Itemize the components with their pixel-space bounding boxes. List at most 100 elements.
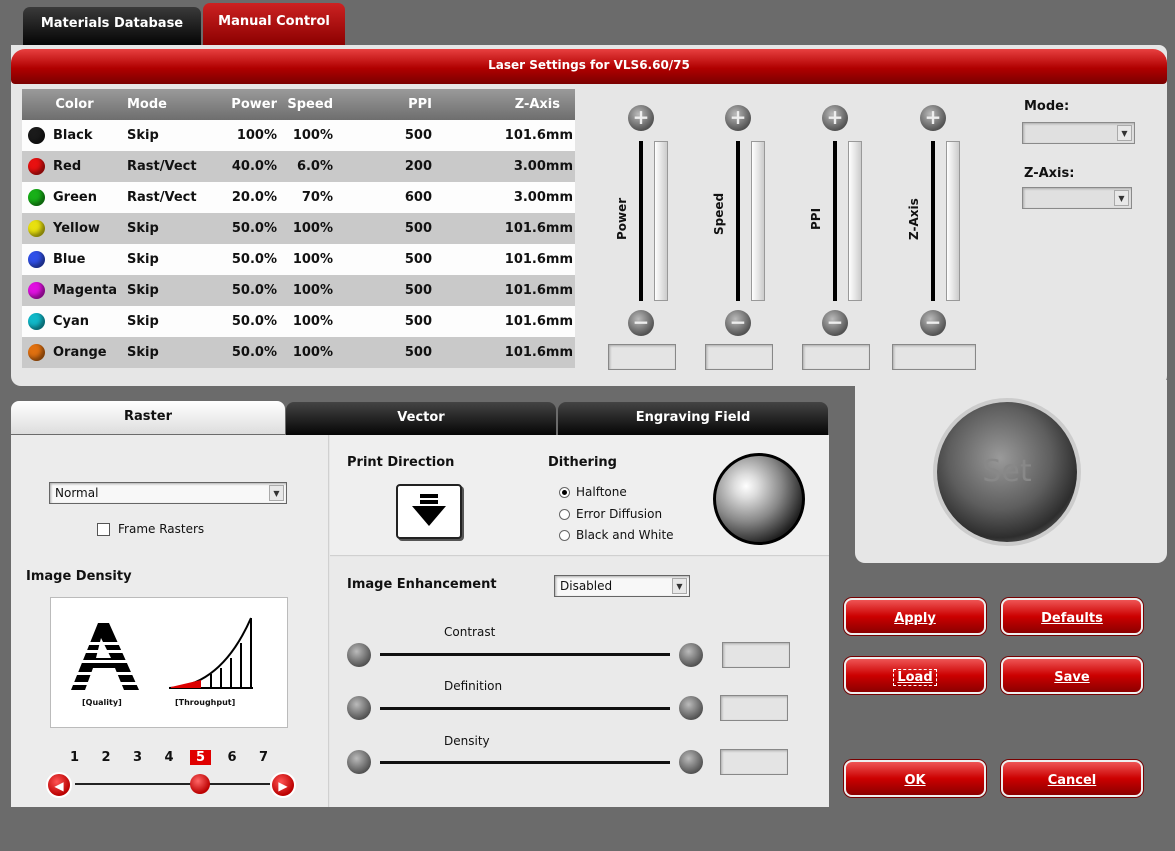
radio-icon[interactable]: [559, 508, 570, 520]
zaxis-cell: 101.6mm: [442, 213, 575, 244]
dithering-option-label: Halftone: [576, 485, 627, 499]
definition-slider[interactable]: Definition: [347, 679, 807, 721]
ppi-slider[interactable]: + PPI −: [802, 105, 872, 375]
image-enhancement-value: Disabled: [560, 579, 613, 593]
minus-icon[interactable]: −: [920, 310, 946, 336]
color-name: Green: [53, 190, 97, 205]
ppi-cell: 200: [337, 151, 442, 182]
density-slider-thumb[interactable]: [190, 774, 210, 794]
minus-icon[interactable]: −: [725, 310, 751, 336]
table-row[interactable]: Yellow Skip 50.0% 100% 500 101.6mm: [22, 213, 575, 244]
density-enhance-value[interactable]: [720, 749, 788, 775]
image-enhancement-select[interactable]: Disabled ▼: [554, 575, 690, 597]
definition-increase-knob[interactable]: [679, 696, 703, 720]
ppi-track[interactable]: [833, 141, 837, 301]
density-number[interactable]: 6: [228, 750, 237, 765]
tab-materials-database[interactable]: Materials Database: [23, 7, 201, 45]
apply-button[interactable]: Apply: [844, 598, 986, 635]
table-row[interactable]: Magenta Skip 50.0% 100% 500 101.6mm: [22, 275, 575, 306]
plus-icon[interactable]: +: [920, 105, 946, 131]
table-row[interactable]: Orange Skip 50.0% 100% 500 101.6mm: [22, 337, 575, 368]
contrast-decrease-knob[interactable]: [347, 643, 371, 667]
load-button[interactable]: Load: [844, 657, 986, 694]
zaxis-slider[interactable]: + Z-Axis −: [892, 105, 976, 375]
dithering-option[interactable]: Halftone: [559, 485, 627, 500]
table-row[interactable]: Cyan Skip 50.0% 100% 500 101.6mm: [22, 306, 575, 337]
density-enhance-slider[interactable]: Density: [347, 734, 807, 775]
density-number[interactable]: 4: [165, 750, 174, 765]
definition-value[interactable]: [720, 695, 788, 721]
radio-icon[interactable]: [559, 530, 570, 541]
tab-engraving-field[interactable]: Engraving Field: [558, 402, 828, 435]
defaults-button[interactable]: Defaults: [1001, 598, 1143, 635]
ok-button[interactable]: OK: [844, 760, 986, 797]
dithering-option[interactable]: Error Diffusion: [559, 507, 662, 522]
tab-vector[interactable]: Vector: [286, 402, 556, 435]
speed-value[interactable]: [705, 344, 773, 370]
image-density-label: Image Density: [26, 569, 132, 584]
power-value[interactable]: [608, 344, 676, 370]
density-illustration: [69, 617, 253, 690]
power-cell: 40.0%: [202, 151, 277, 182]
power-cell: 50.0%: [202, 306, 277, 337]
dithering-option[interactable]: Black and White: [559, 528, 674, 543]
ppi-level: [848, 141, 862, 301]
power-cell: 50.0%: [202, 213, 277, 244]
chevron-down-icon[interactable]: ▼: [672, 578, 687, 594]
table-row[interactable]: Red Rast/Vect 40.0% 6.0% 200 3.00mm: [22, 151, 575, 182]
speed-cell: 100%: [277, 120, 337, 151]
contrast-track[interactable]: [380, 653, 670, 656]
minus-icon[interactable]: −: [628, 310, 654, 336]
contrast-value[interactable]: [722, 642, 790, 668]
table-row[interactable]: Blue Skip 50.0% 100% 500 101.6mm: [22, 244, 575, 275]
minus-icon[interactable]: −: [822, 310, 848, 336]
density-increase-knob[interactable]: [679, 750, 703, 774]
mode-select[interactable]: ▼: [1022, 122, 1135, 144]
speed-cell: 100%: [277, 213, 337, 244]
density-decrease-icon[interactable]: ◀: [46, 772, 72, 798]
zaxis-value[interactable]: [892, 344, 976, 370]
contrast-increase-knob[interactable]: [679, 643, 703, 667]
chevron-down-icon[interactable]: ▼: [1117, 125, 1132, 141]
zaxis-select[interactable]: ▼: [1022, 187, 1132, 209]
table-row[interactable]: Green Rast/Vect 20.0% 70% 600 3.00mm: [22, 182, 575, 213]
density-scale: 1 2 3 4 5 6 7: [70, 750, 280, 768]
power-slider[interactable]: + Power −: [608, 105, 678, 375]
table-row[interactable]: Black Skip 100% 100% 500 101.6mm: [22, 120, 575, 151]
tab-manual-control[interactable]: Manual Control: [203, 3, 345, 45]
density-number[interactable]: 3: [133, 750, 142, 765]
speed-slider[interactable]: + Speed −: [705, 105, 775, 375]
frame-rasters-checkbox[interactable]: [97, 523, 110, 536]
zaxis-track[interactable]: [931, 141, 935, 301]
density-enhance-track[interactable]: [380, 761, 670, 764]
cancel-button[interactable]: Cancel: [1001, 760, 1143, 797]
plus-icon[interactable]: +: [822, 105, 848, 131]
density-increase-icon[interactable]: ▶: [270, 772, 296, 798]
chevron-down-icon[interactable]: ▼: [269, 485, 284, 501]
tab-raster[interactable]: Raster: [11, 401, 285, 434]
ppi-cell: 600: [337, 182, 442, 213]
density-number[interactable]: 2: [102, 750, 111, 765]
zaxis-cell: 3.00mm: [442, 151, 575, 182]
plus-icon[interactable]: +: [725, 105, 751, 131]
plus-icon[interactable]: +: [628, 105, 654, 131]
save-button[interactable]: Save: [1001, 657, 1143, 694]
density-number[interactable]: 5: [190, 750, 212, 765]
set-button[interactable]: Set: [937, 402, 1077, 542]
ppi-value[interactable]: [802, 344, 870, 370]
chevron-down-icon[interactable]: ▼: [1114, 190, 1129, 206]
quality-select[interactable]: Normal ▼: [49, 482, 287, 504]
density-decrease-knob[interactable]: [347, 750, 371, 774]
print-direction-button[interactable]: [396, 484, 462, 539]
density-track[interactable]: [75, 783, 270, 785]
laser-settings-title: Laser Settings for VLS6.60/75: [11, 49, 1167, 84]
definition-track[interactable]: [380, 707, 670, 710]
density-number[interactable]: 7: [259, 750, 268, 765]
zaxis-combo-label: Z-Axis:: [1024, 166, 1075, 181]
speed-track[interactable]: [736, 141, 740, 301]
power-track[interactable]: [639, 141, 643, 301]
radio-icon[interactable]: [559, 487, 570, 498]
definition-decrease-knob[interactable]: [347, 696, 371, 720]
density-number[interactable]: 1: [70, 750, 79, 765]
contrast-slider[interactable]: Contrast: [347, 625, 807, 668]
